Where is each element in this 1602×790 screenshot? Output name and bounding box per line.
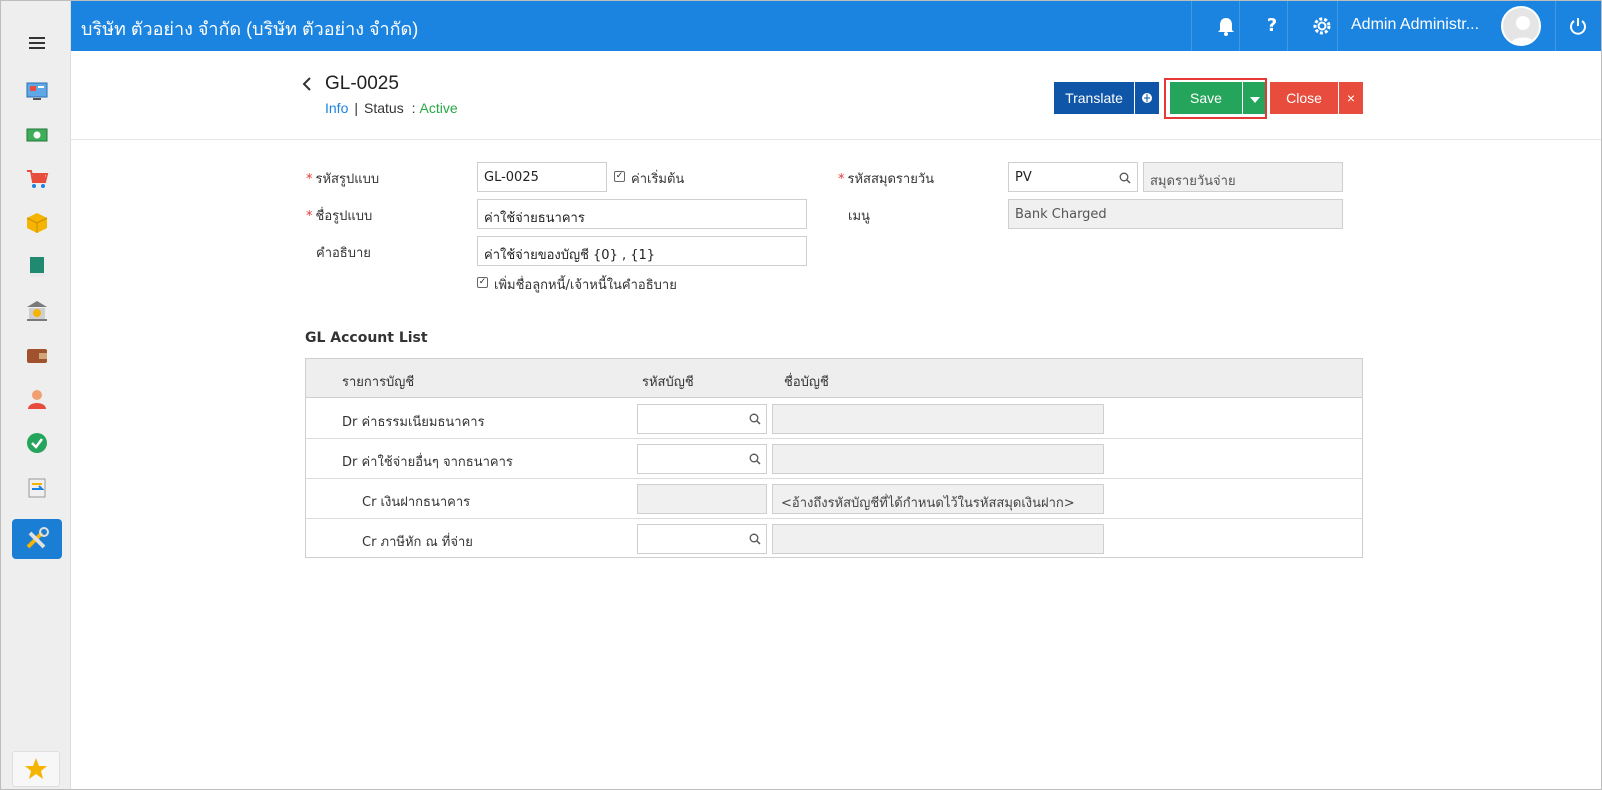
user-name[interactable]: Admin Administr... bbox=[1351, 16, 1479, 34]
transfer-icon[interactable] bbox=[25, 475, 49, 499]
status-badge: Active bbox=[419, 100, 458, 116]
column-header-code: รหัสบัญชี bbox=[642, 375, 694, 390]
table-row: Dr ค่าธรรมเนียมธนาคาร bbox=[306, 399, 1362, 439]
table-row: Cr ภาษีหัก ณ ที่จ่าย bbox=[306, 519, 1362, 559]
search-icon[interactable] bbox=[749, 533, 761, 545]
search-icon[interactable] bbox=[749, 453, 761, 465]
gl-account-list-title: GL Account List bbox=[305, 330, 428, 346]
journal-label: * รหัสสมุดรายวัน bbox=[838, 172, 935, 187]
menu-toggle-icon[interactable] bbox=[29, 37, 45, 49]
favorites-star-icon[interactable] bbox=[12, 751, 60, 787]
default-label: ค่าเริ่มต้น bbox=[631, 172, 685, 187]
translate-button[interactable]: Translate bbox=[1054, 82, 1134, 114]
search-icon[interactable] bbox=[749, 413, 761, 425]
status-label: Status bbox=[364, 100, 404, 116]
account-name-field bbox=[772, 404, 1104, 434]
power-icon[interactable] bbox=[1567, 15, 1589, 37]
close-icon[interactable]: × bbox=[1339, 82, 1363, 114]
info-status-line: Info | Status : Active bbox=[325, 100, 458, 116]
menu-field: Bank Charged bbox=[1008, 199, 1343, 229]
table-row: Cr เงินฝากธนาคาร <อ้างถึงรหัสบัญชีที่ได้… bbox=[306, 479, 1362, 519]
column-header-name: ชื่อบัญชี bbox=[784, 375, 829, 390]
account-code-field bbox=[637, 484, 767, 514]
help-icon[interactable]: ? bbox=[1261, 15, 1283, 37]
name-input[interactable]: ค่าใช้จ่ายธนาคาร bbox=[477, 199, 807, 229]
column-header-item: รายการบัญชี bbox=[342, 375, 415, 390]
add-name-checkbox[interactable]: ✓ bbox=[477, 277, 488, 288]
avatar[interactable] bbox=[1501, 6, 1541, 46]
row-item: Dr ค่าธรรมเนียมธนาคาร bbox=[342, 415, 485, 430]
close-button[interactable]: Close bbox=[1270, 82, 1338, 114]
approve-icon[interactable] bbox=[25, 431, 49, 455]
account-code-input[interactable] bbox=[637, 524, 767, 554]
page-title: GL-0025 bbox=[325, 73, 399, 94]
default-checkbox[interactable]: ✓ bbox=[614, 171, 625, 182]
description-label: คำอธิบาย bbox=[316, 246, 371, 261]
back-chevron-icon[interactable] bbox=[302, 76, 312, 95]
dashboard-icon[interactable] bbox=[25, 79, 49, 103]
wallet-icon[interactable] bbox=[25, 343, 49, 367]
row-item: Cr เงินฝากธนาคาร bbox=[362, 495, 471, 510]
user-group-icon[interactable] bbox=[25, 387, 49, 411]
table-row: Dr ค่าใช้จ่ายอื่นๆ จากธนาคาร bbox=[306, 439, 1362, 479]
save-highlight bbox=[1164, 78, 1267, 119]
top-bar: บริษัท ตัวอย่าง จำกัด (บริษัท ตัวอย่าง จ… bbox=[71, 1, 1601, 51]
globe-icon[interactable] bbox=[1135, 82, 1159, 114]
name-label: * ชื่อรูปแบบ bbox=[306, 209, 373, 224]
notification-bell-icon[interactable] bbox=[1215, 15, 1237, 37]
book-icon[interactable] bbox=[25, 255, 49, 279]
account-name-field bbox=[772, 524, 1104, 554]
code-input[interactable]: GL-0025 bbox=[477, 162, 607, 192]
account-code-input[interactable] bbox=[637, 444, 767, 474]
journal-name-field: สมุดรายวันจ่าย bbox=[1143, 162, 1343, 192]
tab-info[interactable]: Info bbox=[325, 100, 348, 116]
settings-tools-icon[interactable] bbox=[12, 519, 62, 559]
add-name-label: เพิ่มชื่อลูกหนี้/เจ้าหนี้ในคำอธิบาย bbox=[494, 278, 677, 293]
code-label: * รหัสรูปแบบ bbox=[306, 172, 380, 187]
company-name: บริษัท ตัวอย่าง จำกัด (บริษัท ตัวอย่าง จ… bbox=[81, 19, 419, 39]
header-divider bbox=[71, 139, 1601, 140]
gl-account-table: รายการบัญชี รหัสบัญชี ชื่อบัญชี Dr ค่าธร… bbox=[305, 358, 1363, 558]
description-input[interactable]: ค่าใช้จ่ายของบัญชี {0} , {1} bbox=[477, 236, 807, 266]
journal-input[interactable]: PV bbox=[1008, 162, 1138, 192]
gear-icon[interactable] bbox=[1311, 15, 1333, 37]
box-icon[interactable] bbox=[25, 211, 49, 235]
account-code-input[interactable] bbox=[637, 404, 767, 434]
account-name-field: <อ้างถึงรหัสบัญชีที่ได้กำหนดไว้ในรหัสสมุ… bbox=[772, 484, 1104, 514]
menu-label: เมนู bbox=[848, 209, 870, 224]
money-icon[interactable] bbox=[25, 123, 49, 147]
sidebar bbox=[1, 1, 71, 789]
search-icon[interactable] bbox=[1119, 172, 1131, 184]
row-item: Cr ภาษีหัก ณ ที่จ่าย bbox=[362, 535, 473, 550]
row-item: Dr ค่าใช้จ่ายอื่นๆ จากธนาคาร bbox=[342, 455, 513, 470]
bank-icon[interactable] bbox=[25, 299, 49, 323]
account-name-value: <อ้างถึงรหัสบัญชีที่ได้กำหนดไว้ในรหัสสมุ… bbox=[781, 496, 1075, 511]
shopping-cart-icon[interactable] bbox=[25, 167, 49, 191]
account-name-field bbox=[772, 444, 1104, 474]
table-header: รายการบัญชี รหัสบัญชี ชื่อบัญชี bbox=[306, 359, 1362, 398]
